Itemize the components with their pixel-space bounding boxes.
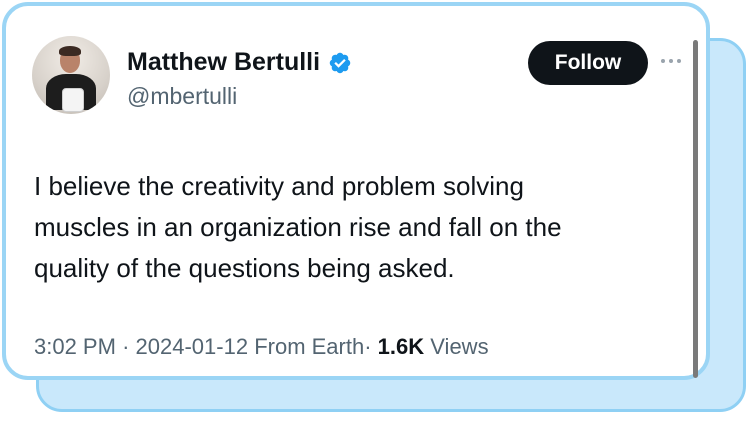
more-options-icon[interactable]	[661, 54, 691, 68]
scrollbar[interactable]	[693, 40, 698, 378]
meta-separator: ·	[122, 334, 130, 359]
author-handle[interactable]: @mbertulli	[127, 83, 237, 110]
views-count: 1.6K	[377, 334, 425, 359]
avatar-hair	[59, 46, 81, 56]
author-display-name[interactable]: Matthew Bertulli	[127, 48, 320, 77]
tweet-text: I believe the creativity and problem sol…	[34, 166, 674, 289]
tweet-graphic: Matthew Bertulli @mbertulli Follow I bel…	[0, 0, 755, 422]
tweet-text-line: muscles in an organization rise and fall…	[34, 212, 562, 242]
profile-avatar[interactable]	[32, 36, 110, 114]
tweet-text-line: I believe the creativity and problem sol…	[34, 171, 524, 201]
views-label: Views	[430, 334, 489, 359]
follow-button[interactable]: Follow	[528, 41, 648, 85]
meta-separator: ·	[364, 334, 372, 359]
verified-badge-icon	[328, 51, 352, 75]
tweet-meta: 3:02 PM · 2024-01-12 From Earth· 1.6K Vi…	[34, 334, 489, 360]
author-name-row: Matthew Bertulli	[127, 48, 352, 77]
tweet-time[interactable]: 3:02 PM	[34, 334, 116, 359]
tweet-date[interactable]: 2024-01-12	[136, 334, 249, 359]
tweet-text-line: quality of the questions being asked.	[34, 253, 455, 283]
tweet-card: Matthew Bertulli @mbertulli Follow I bel…	[2, 2, 710, 380]
tweet-location: From Earth	[254, 334, 365, 359]
avatar-device	[62, 88, 84, 112]
